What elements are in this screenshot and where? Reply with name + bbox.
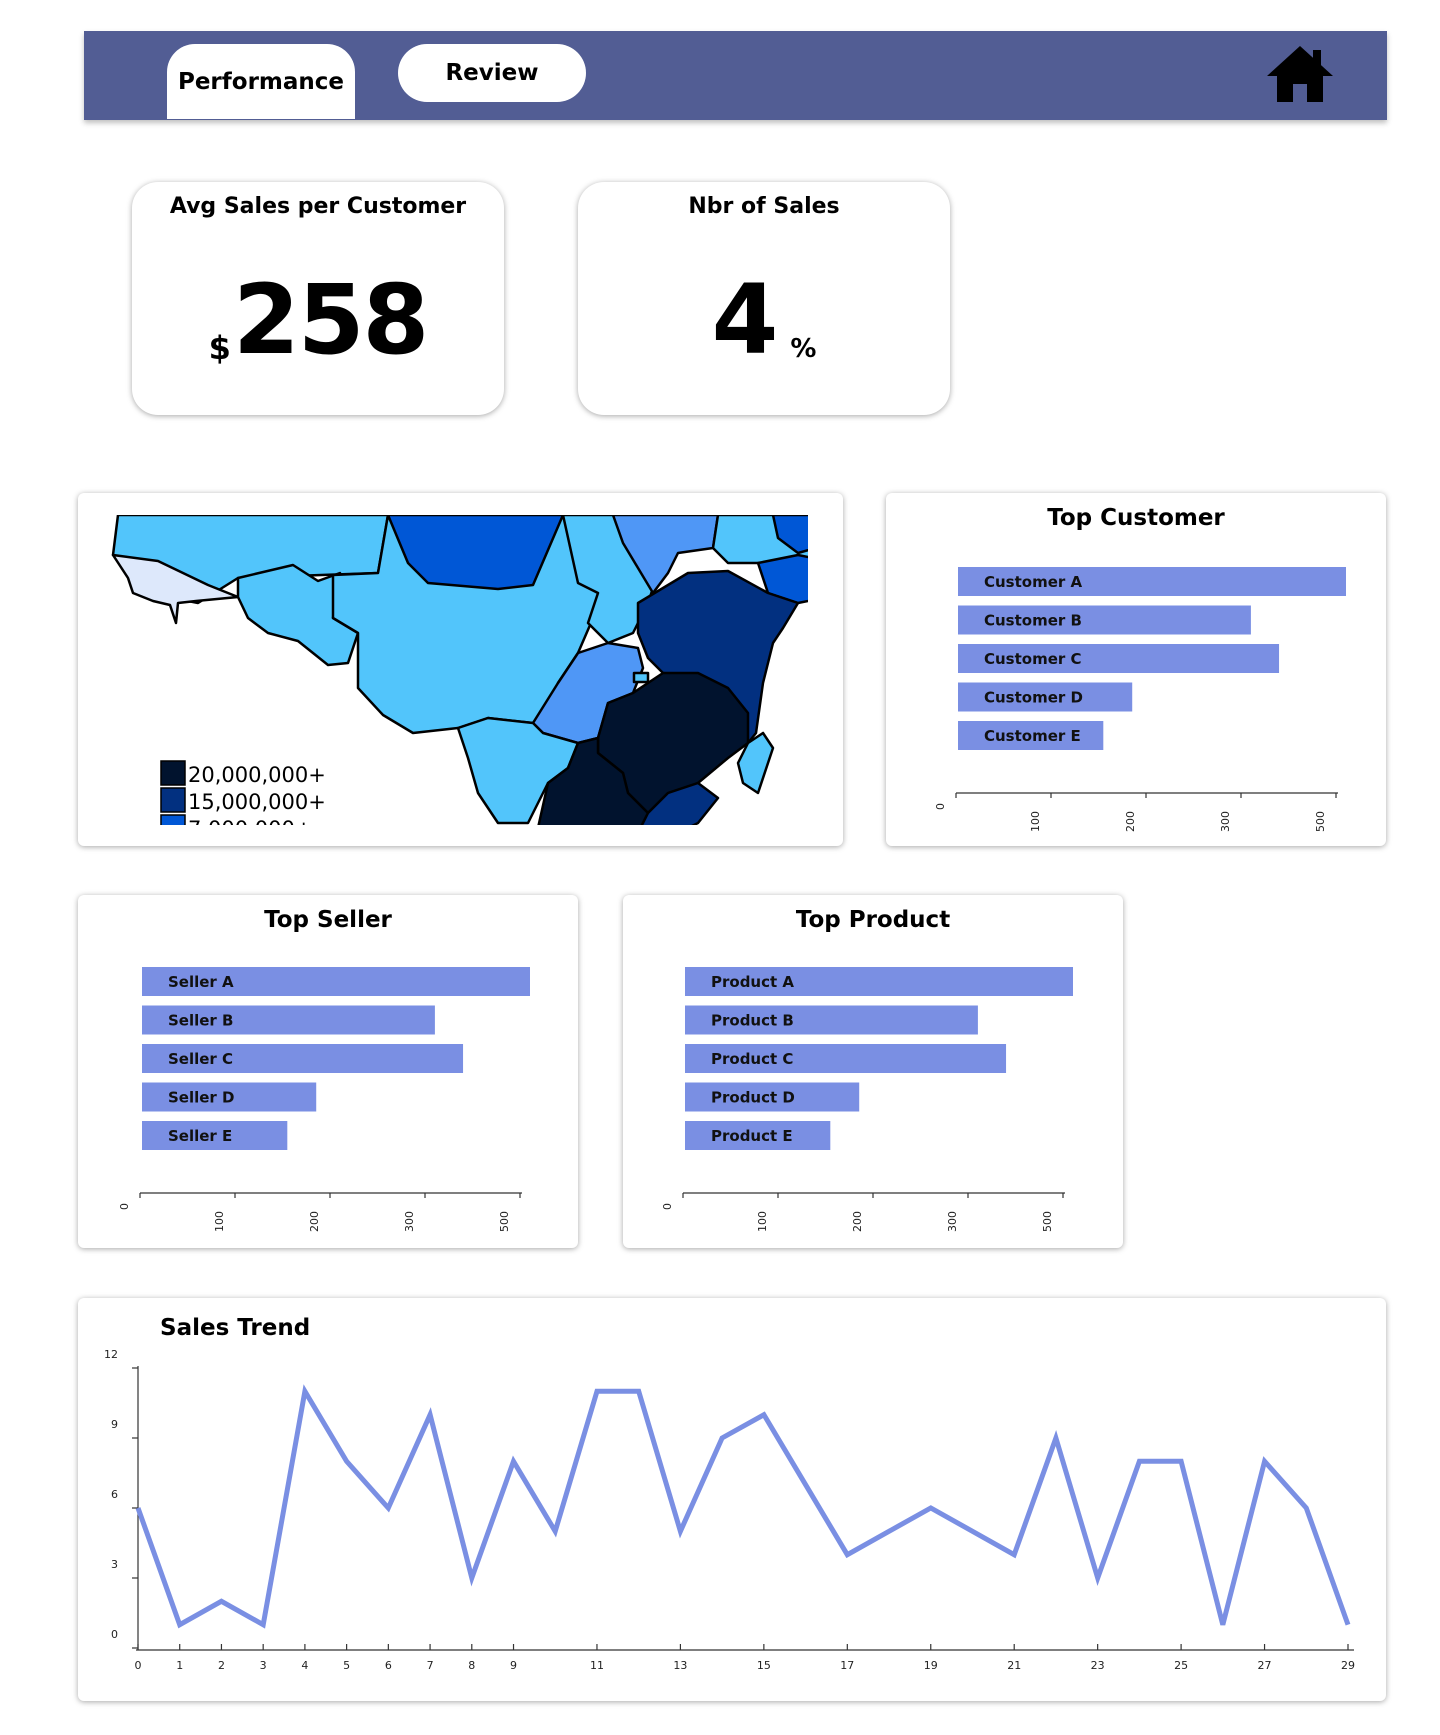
top-customer-chart: Customer A Customer B Customer C Customer D… bbox=[934, 567, 1346, 832]
y-tick-label: 3 bbox=[111, 1558, 118, 1571]
legend-swatch bbox=[160, 760, 186, 786]
legend-swatch bbox=[160, 787, 186, 813]
top-customer-title: Top Customer bbox=[1047, 505, 1225, 531]
x-tick-label: 5 bbox=[343, 1659, 350, 1672]
top-seller-panel: Top Seller Seller A Seller B Seller C Selle… bbox=[78, 895, 578, 1248]
top-product-chart: Product A Product B Product C Product D Prod… bbox=[661, 967, 1073, 1232]
y-tick-label: 12 bbox=[104, 1348, 118, 1361]
sales-map-panel: 20,000,000+ 15,000,000+ 7,000,000+ bbox=[78, 493, 843, 846]
bar-label: Seller A bbox=[168, 973, 234, 991]
sales-trend-title: Sales Trend bbox=[160, 1315, 311, 1341]
x-tick-label: 9 bbox=[510, 1659, 517, 1672]
x-tick-label: 0 bbox=[135, 1659, 142, 1672]
x-tick-label: 19 bbox=[924, 1659, 938, 1672]
x-tick-label: 100 bbox=[1029, 811, 1042, 832]
x-tick-label: 0 bbox=[934, 803, 947, 810]
home-icon[interactable] bbox=[1265, 44, 1335, 104]
top-seller-chart: Seller A Seller B Seller C Seller D Seller E… bbox=[118, 967, 530, 1232]
bar-label: Customer B bbox=[984, 612, 1082, 630]
top-product-title: Top Product bbox=[795, 907, 951, 933]
bar-label: Seller E bbox=[168, 1127, 232, 1145]
x-tick-label: 100 bbox=[213, 1211, 226, 1232]
top-customer-panel: Top Customer Customer A Customer B Custome… bbox=[886, 493, 1386, 846]
x-tick-label: 11 bbox=[590, 1659, 604, 1672]
x-tick-label: 500 bbox=[498, 1211, 511, 1232]
x-tick-label: 0 bbox=[661, 1203, 674, 1210]
y-tick-label: 9 bbox=[111, 1418, 118, 1431]
x-tick-label: 13 bbox=[673, 1659, 687, 1672]
nbr-sales-title: Nbr of Sales bbox=[688, 194, 840, 219]
x-tick-label: 300 bbox=[946, 1211, 959, 1232]
map-region bbox=[632, 671, 650, 684]
x-tick-label: 4 bbox=[301, 1659, 308, 1672]
x-tick-label: 300 bbox=[403, 1211, 416, 1232]
bar-label: Seller B bbox=[168, 1012, 234, 1030]
sales-choropleth-map: 20,000,000+ 15,000,000+ 7,000,000+ bbox=[111, 515, 808, 841]
bar-label: Product C bbox=[711, 1050, 793, 1068]
y-tick-label: 0 bbox=[111, 1628, 118, 1641]
legend-swatch bbox=[160, 814, 186, 825]
x-tick-label: 21 bbox=[1007, 1659, 1021, 1672]
legend-label: 7,000,000+ bbox=[188, 817, 312, 841]
x-tick-label: 2 bbox=[218, 1659, 225, 1672]
nbr-sales-value-group: 4 % bbox=[578, 272, 950, 368]
bar-label: Product B bbox=[711, 1012, 794, 1030]
x-tick-label: 1 bbox=[176, 1659, 183, 1672]
avg-sales-value-group: $ 258 bbox=[132, 272, 504, 368]
bar-label: Product D bbox=[711, 1089, 795, 1107]
sales-trend-line bbox=[135, 1384, 1351, 1629]
x-tick-label: 29 bbox=[1341, 1659, 1355, 1672]
avg-sales-value: 258 bbox=[232, 264, 429, 376]
x-tick-label: 500 bbox=[1041, 1211, 1054, 1232]
x-tick-label: 15 bbox=[757, 1659, 771, 1672]
x-tick-label: 6 bbox=[385, 1659, 392, 1672]
bar-label: Seller D bbox=[168, 1089, 235, 1107]
bar-label: Customer D bbox=[984, 689, 1083, 707]
tab-review[interactable]: Review bbox=[398, 44, 586, 102]
top-product-panel: Top Product Product A Product B Product CP… bbox=[623, 895, 1123, 1248]
currency-symbol: $ bbox=[208, 329, 231, 367]
x-tick-label: 23 bbox=[1091, 1659, 1105, 1672]
sales-trend-chart: 0369120 1 2 3 4 5 6 7 8 9 11 13 15 17 19 21 23 25 27 29 bbox=[104, 1348, 1355, 1672]
sales-trend-panel: Sales Trend 0 3 6 9 12 0 1 2 3 4 5 6 7 8 9 11 13 15 17 19 21… bbox=[78, 1298, 1386, 1701]
y-tick-label: 6 bbox=[111, 1488, 118, 1501]
bar-label: Seller C bbox=[168, 1050, 233, 1068]
legend-label: 20,000,000+ bbox=[188, 763, 326, 787]
x-tick-label: 500 bbox=[1314, 811, 1327, 832]
nbr-sales-card: Nbr of Sales 4 % bbox=[578, 182, 950, 415]
x-tick-label: 27 bbox=[1258, 1659, 1272, 1672]
percent-symbol: % bbox=[790, 334, 817, 364]
x-tick-label: 3 bbox=[260, 1659, 267, 1672]
x-tick-label: 100 bbox=[756, 1211, 769, 1232]
tab-performance[interactable]: Performance bbox=[167, 44, 355, 119]
bar-label: Product A bbox=[711, 973, 794, 991]
top-seller-title: Top Seller bbox=[264, 907, 392, 933]
nbr-sales-value: 4 bbox=[711, 264, 779, 376]
avg-sales-title: Avg Sales per Customer bbox=[169, 194, 467, 219]
bar-label: Customer C bbox=[984, 650, 1082, 668]
x-tick-label: 0 bbox=[118, 1203, 131, 1210]
x-tick-label: 200 bbox=[851, 1211, 864, 1232]
bar-label: Product E bbox=[711, 1127, 793, 1145]
x-tick-label: 8 bbox=[468, 1659, 475, 1672]
x-tick-label: 17 bbox=[840, 1659, 854, 1672]
bar-label: Customer E bbox=[984, 727, 1081, 745]
x-tick-label: 200 bbox=[1124, 811, 1137, 832]
x-tick-label: 7 bbox=[427, 1659, 434, 1672]
x-tick-label: 300 bbox=[1219, 811, 1232, 832]
avg-sales-card: Avg Sales per Customer $ 258 bbox=[132, 182, 504, 415]
x-tick-label: 200 bbox=[308, 1211, 321, 1232]
legend-label: 15,000,000+ bbox=[188, 790, 326, 814]
x-tick-label: 25 bbox=[1174, 1659, 1188, 1672]
bar-label: Customer A bbox=[984, 573, 1083, 591]
